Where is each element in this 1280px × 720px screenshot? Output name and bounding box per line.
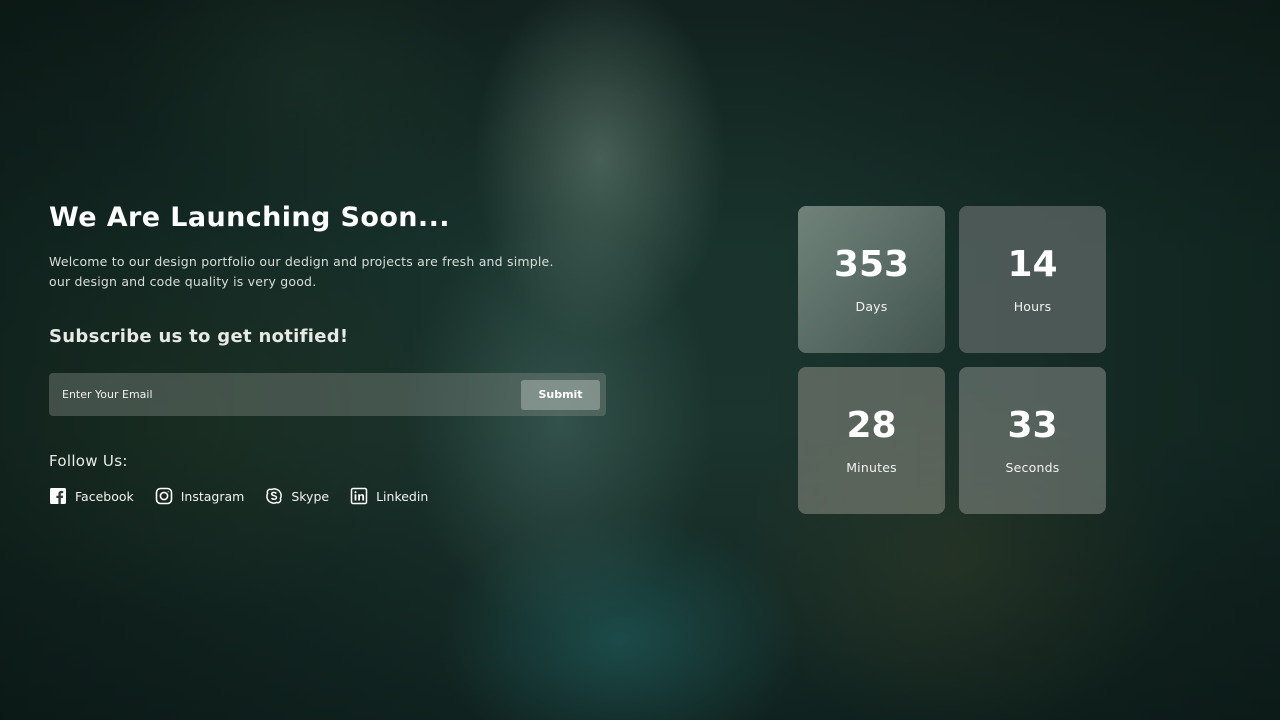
- social-links: Facebook Instagram Skype Linkedin: [49, 487, 609, 505]
- submit-button[interactable]: Submit: [521, 379, 600, 410]
- minutes-label: Minutes: [846, 460, 897, 475]
- seconds-value: 33: [1007, 405, 1058, 446]
- facebook-label: Facebook: [75, 488, 134, 504]
- follow-label: Follow Us:: [49, 452, 128, 470]
- countdown-seconds: 33 Seconds: [959, 367, 1106, 514]
- hours-value: 14: [1007, 244, 1058, 285]
- countdown-days: 353 Days: [798, 206, 945, 353]
- linkedin-link[interactable]: Linkedin: [350, 487, 428, 505]
- countdown-hours: 14 Hours: [959, 206, 1106, 353]
- days-label: Days: [855, 299, 888, 314]
- subscribe-form: Submit: [49, 373, 606, 416]
- skype-link[interactable]: Skype: [265, 487, 329, 505]
- facebook-icon: [49, 487, 67, 505]
- skype-icon: [265, 487, 283, 505]
- subscribe-heading: Subscribe us to get notified!: [49, 326, 349, 347]
- countdown-minutes: 28 Minutes: [798, 367, 945, 514]
- hero-description: Welcome to our design portfolio our dedi…: [49, 252, 609, 292]
- skype-label: Skype: [291, 488, 330, 504]
- page-title: We Are Launching Soon...: [49, 202, 450, 233]
- linkedin-icon: [350, 487, 368, 505]
- description-line-2: our design and code quality is very good…: [49, 274, 317, 289]
- hero-section: We Are Launching Soon... Welcome to our …: [49, 200, 609, 505]
- hours-label: Hours: [1013, 299, 1052, 314]
- linkedin-label: Linkedin: [376, 488, 429, 504]
- instagram-label: Instagram: [180, 488, 245, 504]
- countdown-grid: 353 Days 14 Hours 28 Minutes 33 Seconds: [798, 206, 1106, 514]
- instagram-link[interactable]: Instagram: [155, 487, 245, 505]
- seconds-label: Seconds: [1005, 460, 1060, 475]
- email-input[interactable]: [49, 373, 521, 416]
- description-line-1: Welcome to our design portfolio our dedi…: [49, 254, 554, 269]
- days-value: 353: [833, 244, 910, 285]
- facebook-link[interactable]: Facebook: [49, 487, 134, 505]
- minutes-value: 28: [846, 405, 897, 446]
- instagram-icon: [155, 487, 173, 505]
